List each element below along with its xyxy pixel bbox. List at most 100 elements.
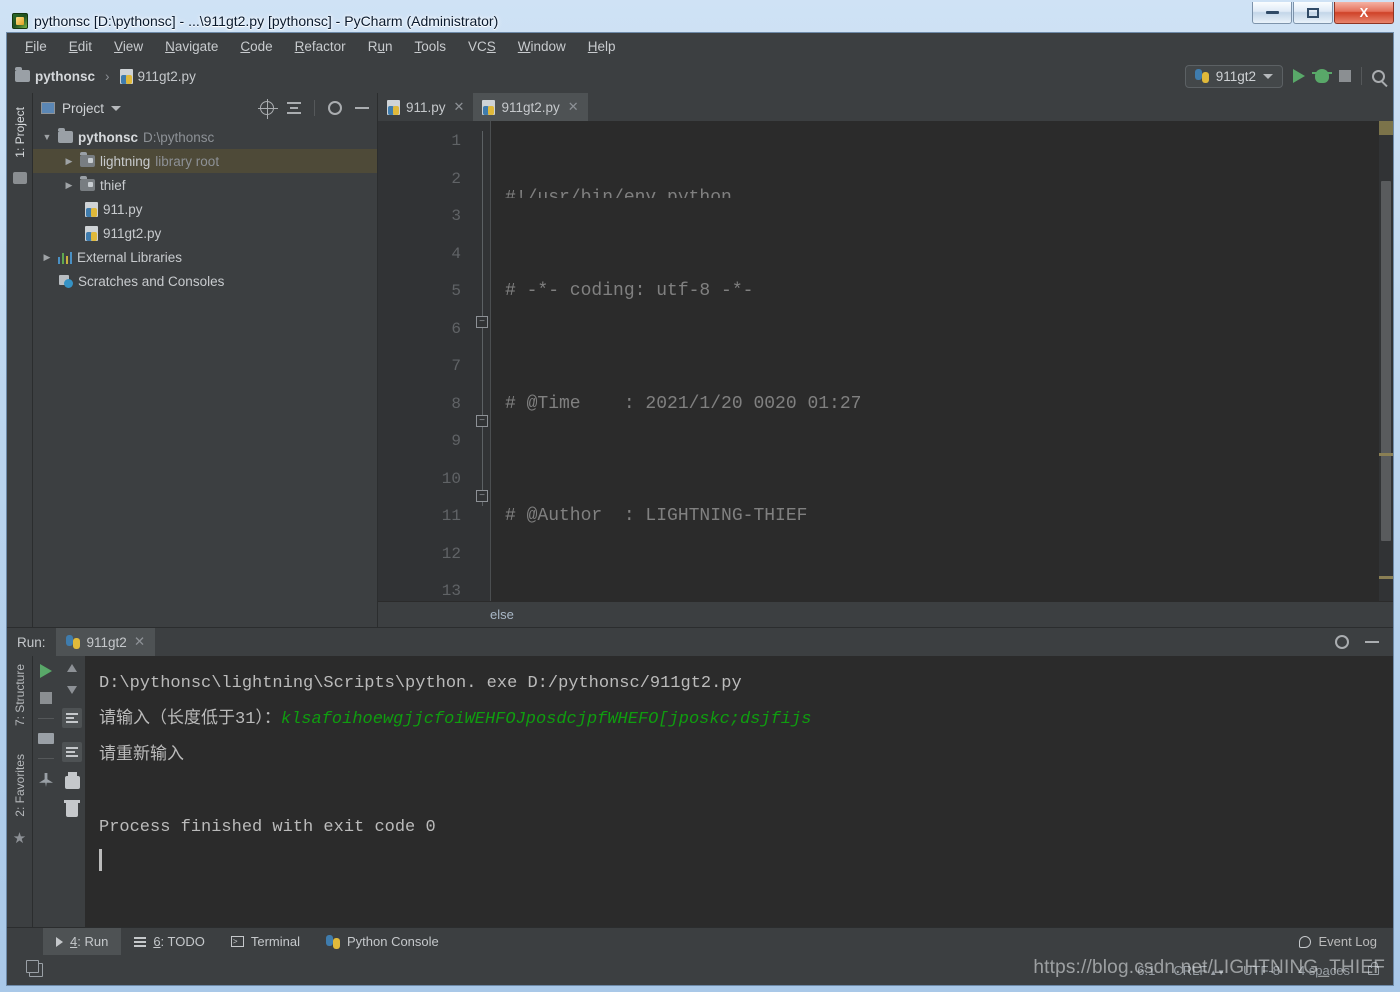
caret-position[interactable]: 6:1 (1137, 963, 1155, 978)
gear-icon[interactable] (328, 101, 342, 115)
maximize-button[interactable] (1293, 2, 1333, 24)
menu-run[interactable]: Run (358, 36, 403, 57)
editor-scrollbar[interactable] (1379, 121, 1393, 601)
hide-icon[interactable] (355, 107, 369, 109)
close-icon[interactable]: ✕ (454, 99, 465, 115)
collapse-all-icon[interactable] (287, 101, 301, 115)
event-log-label[interactable]: Event Log (1318, 934, 1377, 949)
sidebar-tab-structure[interactable]: 7: Structure (11, 658, 29, 732)
close-icon[interactable]: ✕ (568, 99, 579, 115)
file-encoding[interactable]: UTF-8 (1243, 963, 1280, 978)
run-icon[interactable] (1293, 69, 1305, 83)
code-line-1: #!/usr/bin/env python (505, 188, 732, 198)
down-stack-icon[interactable] (67, 686, 77, 694)
minimize-icon (1265, 11, 1279, 14)
gear-icon[interactable] (1335, 635, 1349, 649)
menu-help[interactable]: Help (578, 36, 626, 57)
run-tab-911gt2[interactable]: 911gt2 ✕ (55, 628, 156, 656)
console-output[interactable]: D:\pythonsc\lightning\Scripts\python. ex… (85, 656, 1393, 927)
locate-icon[interactable] (258, 99, 278, 119)
tree-item-scratches[interactable]: Scratches and Consoles (33, 269, 377, 293)
clipboard-icon[interactable] (26, 960, 43, 977)
layout-icon[interactable] (38, 733, 54, 744)
run-toolbar (33, 656, 85, 927)
menu-navigate[interactable]: Navigate (155, 36, 228, 57)
fold-marker[interactable]: − (476, 490, 488, 502)
menu-code[interactable]: Code (230, 36, 282, 57)
minimize-button[interactable] (1252, 2, 1292, 24)
code-line-3: # @Time : 2021/1/20 0020 01:27 (505, 393, 862, 414)
debug-icon[interactable] (1312, 69, 1332, 83)
inspection-marker[interactable] (1379, 121, 1393, 135)
breadcrumb-project[interactable]: pythonsc (35, 69, 95, 84)
clear-all-icon[interactable] (64, 800, 80, 817)
code-folding-gutter: − − − (473, 121, 491, 601)
sidebar-tab-favorites[interactable]: 2: Favorites (11, 748, 29, 823)
editor-tab-bar: 911.py ✕ 911gt2.py ✕ (378, 93, 1393, 121)
print-icon[interactable] (64, 772, 80, 789)
chevron-right-icon[interactable]: ▶ (41, 252, 53, 263)
menu-refactor[interactable]: Refactor (285, 36, 356, 57)
main-area: 1: Project Project ▼ pythonsc D:\pythons… (7, 93, 1393, 627)
search-icon[interactable] (1372, 69, 1385, 83)
tree-label: Scratches and Consoles (78, 273, 225, 289)
module-folder-icon (80, 152, 95, 167)
fold-marker[interactable]: − (476, 316, 488, 328)
scroll-to-end-icon[interactable] (62, 742, 82, 762)
tree-item-thief[interactable]: ▶ thief (33, 173, 377, 197)
chevron-down-icon[interactable]: ▼ (41, 132, 53, 142)
tree-sublabel: library root (155, 153, 220, 169)
chevron-right-icon[interactable]: ▶ (63, 156, 75, 167)
navigation-bar: pythonsc › 911gt2.py 911gt2 (7, 59, 1393, 93)
tool-tab-run[interactable]: 4: Run (43, 928, 122, 955)
sidebar-tab-project[interactable]: 1: Project (11, 101, 29, 164)
scrollbar-thumb[interactable] (1381, 181, 1391, 541)
menu-edit[interactable]: Edit (59, 36, 102, 57)
up-stack-icon[interactable] (67, 664, 77, 672)
run-icon (56, 936, 63, 947)
close-button[interactable]: X (1334, 2, 1394, 24)
tree-item-911gt2-py[interactable]: 911gt2.py (33, 221, 377, 245)
menu-tools[interactable]: Tools (404, 36, 456, 57)
fold-marker[interactable]: − (476, 415, 488, 427)
line-separator[interactable]: CRLF ▲▼ (1173, 963, 1225, 978)
soft-wrap-icon[interactable] (62, 708, 82, 728)
breadcrumb-file[interactable]: 911gt2.py (138, 69, 196, 84)
tool-tab-todo[interactable]: 6: TODO (121, 928, 218, 955)
tree-item-pythonsc[interactable]: ▼ pythonsc D:\pythonsc (33, 125, 377, 149)
menu-file[interactable]: File (15, 36, 57, 57)
tool-tab-python-console[interactable]: Python Console (313, 928, 452, 955)
stop-icon[interactable] (40, 692, 52, 704)
lock-icon[interactable] (1368, 961, 1379, 975)
editor-tab-911gt2-py[interactable]: 911gt2.py ✕ (473, 93, 588, 121)
tree-item-911-py[interactable]: 911.py (33, 197, 377, 221)
indent-setting[interactable]: 4 spaces (1298, 963, 1350, 978)
code-text[interactable]: #!/usr/bin/env python # -*- coding: utf-… (491, 121, 1379, 601)
line-number: 13 (441, 582, 461, 600)
close-icon[interactable]: ✕ (134, 634, 145, 650)
tool-tab-terminal[interactable]: > Terminal (218, 928, 313, 955)
module-folder-icon (80, 176, 95, 191)
pin-icon[interactable] (39, 773, 53, 787)
code-editor[interactable]: 1 2 3 4 5 6 7 8 9 10 11 12 13 − − − #!/u… (378, 121, 1393, 601)
stop-icon[interactable] (1339, 70, 1351, 82)
run-configuration-selector[interactable]: 911gt2 (1184, 64, 1283, 88)
python-file-icon (482, 99, 496, 115)
project-strip-icon (12, 171, 27, 184)
chevron-down-icon[interactable] (111, 105, 122, 111)
editor-area: 911.py ✕ 911gt2.py ✕ 1 2 3 4 5 6 7 8 9 1… (378, 93, 1393, 627)
line-number: 12 (441, 544, 461, 563)
tree-item-lightning[interactable]: ▶ lightning library root (33, 149, 377, 173)
rerun-icon[interactable] (40, 664, 52, 678)
chevron-right-icon[interactable]: ▶ (63, 180, 75, 191)
menu-view[interactable]: View (104, 36, 153, 57)
hide-icon[interactable] (1365, 641, 1379, 643)
editor-tab-911-py[interactable]: 911.py ✕ (378, 93, 473, 121)
menu-vcs[interactable]: VCS (458, 36, 506, 57)
tree-item-external-libraries[interactable]: ▶ External Libraries (33, 245, 377, 269)
menu-window[interactable]: Window (508, 36, 576, 57)
line-number: 9 (451, 432, 461, 450)
console-exit-message: Process finished with exit code 0 (99, 818, 436, 837)
line-number: 7 (451, 357, 461, 375)
tree-label: 911.py (103, 201, 143, 217)
